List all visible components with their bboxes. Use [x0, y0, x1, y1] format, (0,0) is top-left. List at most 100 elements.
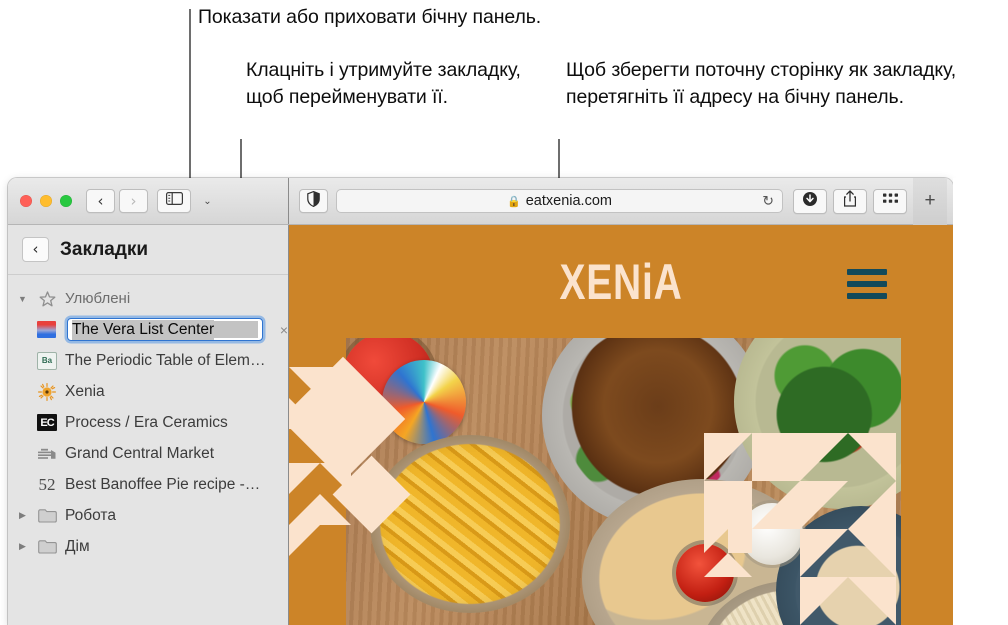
- sidebar-back-button[interactable]: ‹: [22, 237, 49, 262]
- toolbar-left-zone: ‹ ›: [8, 178, 289, 224]
- deco-triangle: [800, 433, 848, 481]
- deco-triangle: [289, 494, 320, 525]
- folder-label: Робота: [65, 507, 116, 525]
- deco-square: [704, 481, 752, 529]
- row-indent-spacer: ▶: [16, 324, 29, 335]
- toolbar-action-buttons: [793, 189, 907, 214]
- web-content: XENiA: [289, 225, 953, 625]
- address-bar[interactable]: 🔒 eatxenia.com ↻: [336, 189, 783, 213]
- bookmark-row-process-era-ceramics[interactable]: ▶ EC Process / Era Ceramics: [8, 407, 288, 438]
- bookmark-row-grand-central-market[interactable]: ▶ G: [8, 438, 288, 469]
- decorative-pattern-left: [289, 367, 409, 575]
- window-body: ‹ Закладки ▼ Улюблені: [8, 225, 953, 625]
- back-chevron-icon: ‹: [33, 242, 39, 257]
- bookmark-row-banoffee-pie[interactable]: ▶ 52 Best Banoffee Pie recipe -…: [8, 469, 288, 500]
- market-favicon: [37, 445, 57, 463]
- bookmark-group-favorites[interactable]: ▼ Улюблені: [8, 283, 288, 314]
- navigation-buttons: ‹ ›: [86, 189, 148, 213]
- address-bar-value: eatxenia.com: [526, 193, 612, 209]
- deco-triangle: [848, 529, 896, 577]
- callout-sidebar-toggle: Показати або приховати бічну панель.: [198, 4, 998, 31]
- reload-icon[interactable]: ↻: [762, 193, 774, 210]
- bookmark-rename-value: The Vera List Center: [72, 320, 214, 340]
- close-button[interactable]: [20, 195, 32, 207]
- bookmark-label: Process / Era Ceramics: [65, 414, 228, 432]
- back-icon: ‹: [98, 194, 104, 209]
- site-logo[interactable]: XENiA: [362, 253, 880, 311]
- deco-triangle: [289, 463, 320, 494]
- browser-window: ‹ ›: [8, 178, 953, 625]
- row-indent-spacer: ▶: [16, 448, 29, 459]
- deco-triangle: [704, 529, 728, 553]
- callout-drag-address: Щоб зберегти поточну сторінку як закладк…: [566, 57, 1008, 110]
- bookmark-row-periodic-table[interactable]: ▶ Ba The Periodic Table of Elem…: [8, 345, 288, 376]
- bookmarks-sidebar: ‹ Закладки ▼ Улюблені: [8, 225, 289, 625]
- forward-button[interactable]: ›: [119, 189, 148, 213]
- deco-triangle: [800, 481, 848, 529]
- deco-triangle: [728, 553, 752, 577]
- hamburger-menu-icon[interactable]: [847, 269, 887, 299]
- zoom-button[interactable]: [60, 195, 72, 207]
- tab-overview-icon: [882, 192, 899, 210]
- deco-triangle: [752, 481, 800, 529]
- deco-square: [752, 433, 800, 481]
- sidebar-toggle-button[interactable]: [157, 189, 191, 213]
- leader-line-sidebar-toggle: [189, 9, 191, 196]
- downloads-button[interactable]: [793, 189, 827, 214]
- share-icon: [843, 190, 857, 212]
- forward-icon: ›: [131, 194, 137, 209]
- bookmark-label: The Periodic Table of Elem…: [65, 352, 265, 370]
- sidebar-toggle-group: ⌄: [157, 189, 222, 213]
- bookmark-group-label: Улюблені: [65, 290, 130, 307]
- hamburger-bar: [847, 269, 887, 275]
- deco-triangle: [320, 494, 351, 525]
- deco-square: [728, 529, 752, 553]
- minimize-button[interactable]: [40, 195, 52, 207]
- deco-triangle: [704, 433, 752, 481]
- row-indent-spacer: ▶: [16, 417, 29, 428]
- folder-label: Дім: [65, 538, 90, 556]
- deco-triangle: [848, 481, 896, 529]
- plus-icon: +: [924, 190, 935, 212]
- privacy-report-button[interactable]: [299, 189, 328, 213]
- back-button[interactable]: ‹: [86, 189, 115, 213]
- bookmark-row-xenia[interactable]: ▶: [8, 376, 288, 407]
- deco-triangle: [289, 525, 320, 556]
- bookmark-row-editing[interactable]: ▶ The Vera List Center ×: [8, 314, 288, 345]
- traffic-lights: [20, 195, 72, 207]
- disclosure-triangle-icon[interactable]: ▶: [16, 541, 29, 552]
- bookmark-folder-dim[interactable]: ▶ Дім: [8, 531, 288, 562]
- hamburger-bar: [847, 281, 887, 287]
- number-favicon: 52: [37, 476, 57, 494]
- periodic-table-favicon: Ba: [37, 352, 57, 370]
- process-favicon: EC: [37, 414, 57, 431]
- bookmark-label: Best Banoffee Pie recipe -…: [65, 476, 260, 494]
- gradient-favicon: [37, 321, 56, 338]
- downloads-icon: [802, 191, 818, 212]
- privacy-shield-icon: [307, 191, 320, 212]
- sidebar-menu-button[interactable]: ⌄: [193, 189, 222, 213]
- disclosure-triangle-icon[interactable]: ▼: [16, 294, 29, 304]
- sun-favicon: [37, 383, 57, 401]
- star-icon: [37, 290, 57, 308]
- new-tab-button[interactable]: +: [913, 178, 947, 225]
- toolbar-right-zone: 🔒 eatxenia.com ↻: [289, 178, 953, 224]
- browser-toolbar: ‹ ›: [8, 178, 953, 225]
- bookmark-label: Grand Central Market: [65, 445, 214, 463]
- bookmark-folder-robota[interactable]: ▶ Робота: [8, 500, 288, 531]
- address-bar-content: 🔒 eatxenia.com: [507, 193, 612, 209]
- sidebar-icon: [166, 192, 183, 210]
- bookmark-label: Xenia: [65, 383, 105, 401]
- hamburger-bar: [847, 293, 887, 299]
- window-right-clip: [953, 178, 1008, 625]
- deco-triangle: [704, 553, 728, 577]
- disclosure-triangle-icon[interactable]: ▶: [16, 510, 29, 521]
- deco-triangle: [848, 433, 896, 481]
- site-header: XENiA: [289, 225, 953, 338]
- share-button[interactable]: [833, 189, 867, 214]
- remove-bookmark-button[interactable]: ×: [280, 322, 288, 338]
- screenshot-root: Показати або приховати бічну панель. Кла…: [0, 0, 1008, 625]
- bookmark-rename-input[interactable]: The Vera List Center: [67, 318, 263, 341]
- folder-icon: [37, 507, 57, 525]
- tab-overview-button[interactable]: [873, 189, 907, 214]
